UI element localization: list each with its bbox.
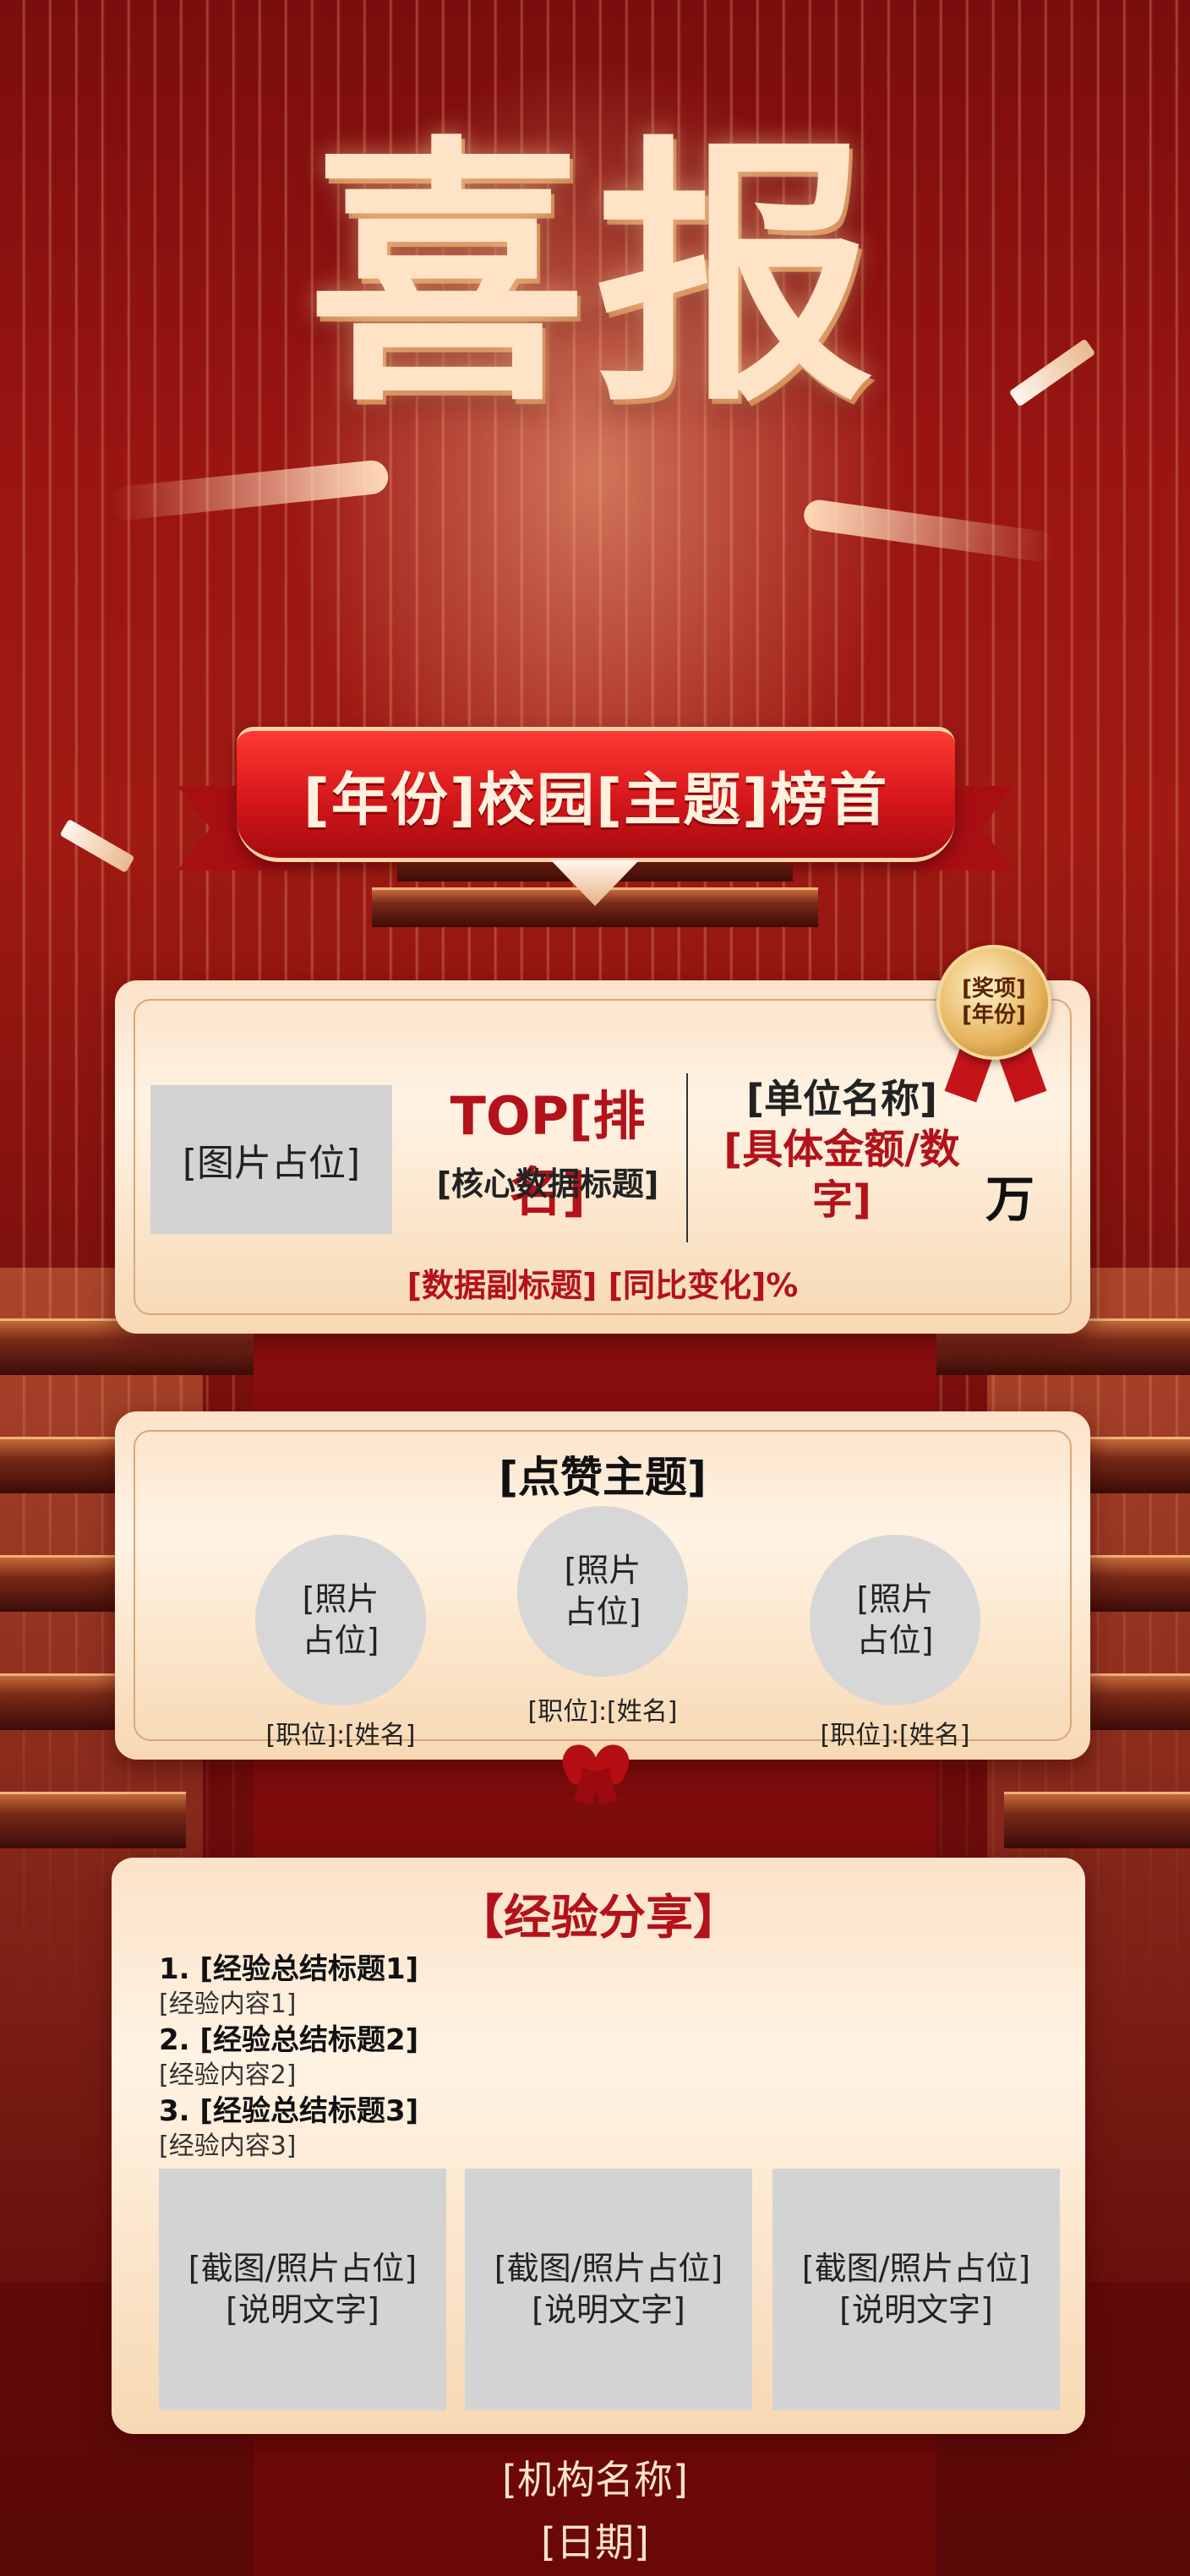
photo-placeholder: [照片 占位] [255,1535,426,1706]
ribbon-body: [年份]校园[主题]榜首 [237,727,955,862]
experience-card: 【经验分享】 1. [经验总结标题1] [经验内容1] 2. [经验总结标题2]… [112,1858,1085,2434]
amount-unit: 万 [985,1171,1035,1228]
person-caption: [职位]:[姓名] [820,1721,970,1750]
amount-value: [具体金额/数字] [723,1126,960,1224]
hero-title: 喜报 [308,111,882,439]
photo-placeholder: [照片 占位] [517,1506,688,1677]
screenshot-placeholder: [截图/照片占位] [说明文字] [159,2169,446,2410]
photo-placeholder: [照片 占位] [810,1535,980,1706]
unit-name: [单位名称] [745,1076,938,1122]
experience-heading: 2. [经验总结标题2] [159,2023,419,2057]
ribbon-text: [年份]校园[主题]榜首 [303,767,889,834]
experience-heading: 1. [经验总结标题1] [159,1952,419,1986]
experience-content: [经验内容2] [159,2060,297,2090]
screenshot-label: [截图/照片占位] [801,2249,1031,2287]
divider [686,1073,688,1242]
medal-line: [年份] [962,1002,1026,1028]
screenshot-caption: [说明文字] [226,2291,379,2328]
praise-card: [点赞主题] [照片 占位] [职位]:[姓名] [照片 占位] [职位]:[姓… [115,1411,1090,1760]
screenshot-label: [截图/照片占位] [494,2249,723,2287]
screenshot-label: [截图/照片占位] [188,2249,418,2287]
screenshot-caption: [说明文字] [839,2291,993,2328]
person-caption: [职位]:[姓名] [265,1721,416,1750]
experience-content: [经验内容1] [159,1989,297,2019]
data-subtitle: [数据副标题] [同比变化]% [407,1267,799,1304]
bow-icon [556,1738,636,1806]
core-data-title: [核心数据标题] [436,1165,659,1203]
screenshot-placeholder: [截图/照片占位] [说明文字] [465,2169,752,2410]
date-label: [日期] [541,2519,649,2565]
experience-content: [经验内容3] [159,2131,297,2161]
stair-step [1004,1792,1190,1848]
award-card: [图片占位] TOP[排名] [核心数据标题] [单位名称] [具体金额/数字]… [115,980,1090,1334]
organization-name: [机构名称] [502,2457,688,2502]
person-caption: [职位]:[姓名] [527,1697,678,1727]
experience-heading: 3. [经验总结标题3] [159,2094,419,2128]
medal-line: [奖项] [962,975,1026,1001]
experience-title: 【经验分享】 [456,1891,740,1946]
praise-title: [点赞主题] [499,1453,707,1502]
award-medal: [奖项] [年份] [936,945,1051,1060]
screenshot-caption: [说明文字] [532,2291,685,2328]
stair-step [0,1792,186,1848]
image-placeholder: [图片占位] [150,1085,392,1234]
screenshot-placeholder: [截图/照片占位] [说明文字] [772,2169,1060,2410]
